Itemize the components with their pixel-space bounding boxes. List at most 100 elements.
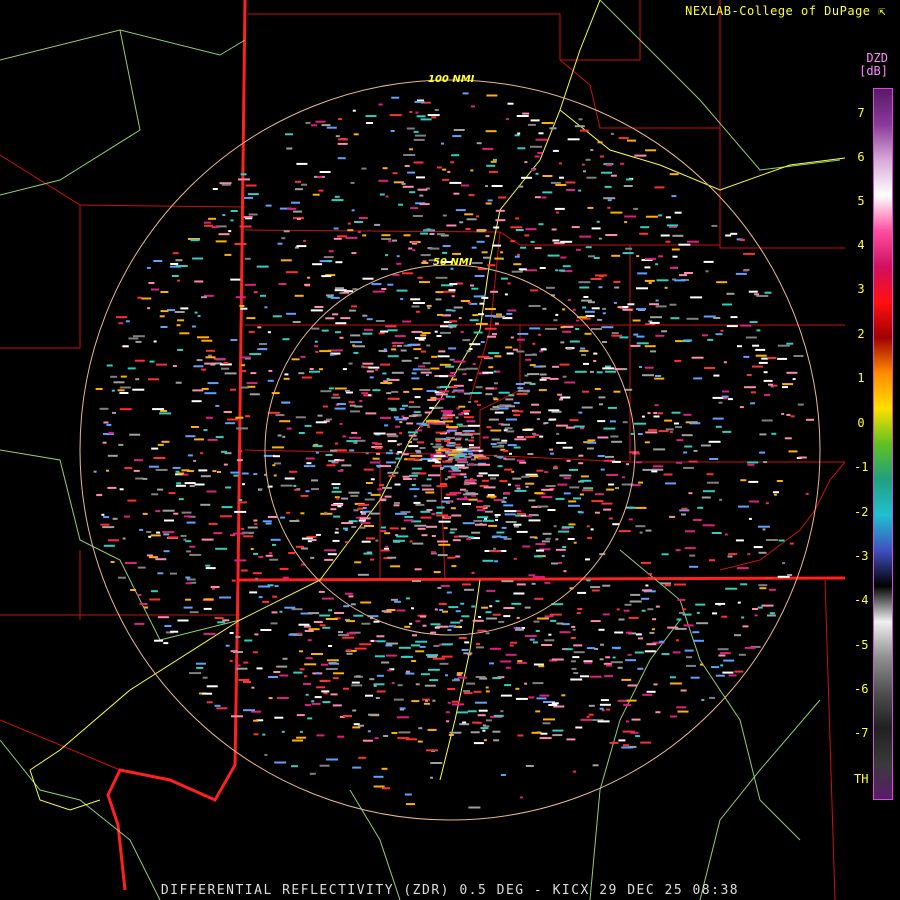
radar-bin [628,518,633,521]
radar-bin [490,290,499,293]
radar-bin [749,500,760,503]
radar-bin [635,461,642,464]
radar-bin [443,412,453,414]
radar-bin [528,499,536,502]
radar-bin [468,302,472,304]
radar-bin [513,446,521,449]
radar-bin [295,188,303,191]
radar-bin [574,125,585,128]
radar-bin [459,453,465,456]
radar-bin [544,327,557,330]
radar-bin [508,394,515,397]
radar-bin [793,355,804,357]
radar-bin [260,629,272,631]
radar-bin [484,725,490,728]
radar-bin [427,655,438,658]
radar-bin [287,207,296,210]
radar-bin [485,235,490,238]
radar-bin [516,583,526,586]
radar-bin [457,461,469,464]
radar-bin [215,436,224,439]
radar-bin [715,602,726,605]
radar-bin [310,309,323,312]
radar-bin [476,646,484,649]
radar-bin [482,436,489,439]
radar-bin [113,381,125,384]
radar-bin [390,130,395,132]
radar-bin [539,435,544,438]
radar-bin [553,525,557,528]
radar-bin [387,435,399,438]
radar-bin [506,352,514,355]
radar-bin [139,603,148,605]
radar-bin [489,647,501,650]
radar-bin [561,648,568,651]
radar-bin [453,192,460,195]
radar-bin [106,469,109,472]
radar-bin [430,623,441,626]
radar-bin [237,501,247,504]
radar-bin [330,508,337,511]
radar-bin [358,519,366,522]
radar-bin [554,207,565,210]
radar-bin [693,449,698,452]
radar-bin [605,370,617,373]
radar-bin [439,363,451,366]
radar-bin [386,642,399,645]
radar-bin [530,119,540,122]
radar-bin [576,612,581,615]
radar-bin [405,672,415,675]
radar-bin [307,540,312,543]
radar-bin [201,368,207,371]
radar-bin [422,624,427,627]
radar-bin [457,466,469,469]
radar-bin [689,554,696,557]
radar-bin [460,331,464,333]
radar-bin [553,465,558,468]
radar-bin [451,378,457,381]
radar-bin [612,656,616,659]
radar-bin [137,594,142,596]
radar-bin [437,554,448,557]
radar-bin [507,483,511,486]
radar-bin [127,367,136,370]
radar-bin [406,597,410,600]
radar-bin [672,651,681,654]
radar-bin [381,610,387,613]
radar-bin [442,245,451,247]
radar-bin [544,581,551,584]
radar-bin [404,793,412,796]
radar-bin [206,685,218,688]
radar-bin [573,644,583,647]
radar-bin [538,389,547,392]
radar-bin [581,354,587,356]
radar-bin [592,764,599,767]
radar-bin [148,282,155,284]
radar-bin [684,272,693,274]
radar-bin [711,224,718,227]
radar-bin [189,553,202,556]
radar-bin [247,526,258,529]
radar-bin [572,628,576,631]
radar-bin [485,393,493,396]
radar-bin [456,368,467,371]
radar-bin [520,246,527,249]
radar-bin [655,711,661,714]
radar-bin [507,282,511,285]
radar-bin [531,731,542,734]
radar-bin [598,237,602,240]
radar-bin [283,230,290,233]
radar-bin [411,607,414,610]
radar-bin [541,496,553,499]
radar-bin [563,570,567,573]
radar-bin [749,321,758,324]
radar-bin [279,567,289,570]
radar-bin [568,500,577,503]
radar-bin [686,240,699,243]
radar-bin [599,403,603,406]
radar-bin [151,288,159,291]
radar-bin [334,612,345,614]
radar-bin [187,454,193,457]
radar-bin [273,671,281,673]
radar-bin [658,255,664,258]
